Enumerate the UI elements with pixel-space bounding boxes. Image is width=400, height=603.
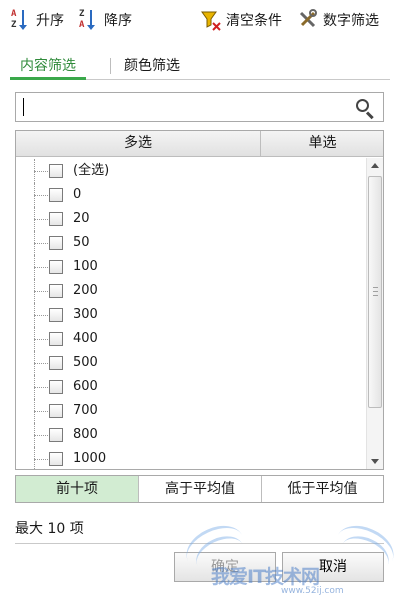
tree-connector [34,423,48,447]
item-label: 300 [73,307,98,322]
scroll-down-icon[interactable] [367,453,383,469]
item-checkbox[interactable] [49,332,63,346]
tree-connector [34,351,48,375]
watermark-url: www.52ij.com [281,586,344,596]
list-item[interactable]: 50 [16,231,356,255]
tab-color-filter[interactable]: 颜色筛选 [114,56,190,80]
sort-ascending-label: 升序 [36,13,64,29]
list-item[interactable]: 20 [16,207,356,231]
top-items-tabs: 前十项 高于平均值 低于平均值 [15,475,384,503]
item-checkbox[interactable] [49,188,63,202]
tree-connector [34,207,48,231]
sort-ascending-button[interactable]: A Z 升序 [10,6,64,34]
item-checkbox[interactable] [49,164,63,178]
list-item[interactable]: 700 [16,399,356,423]
tree-connector [34,399,48,423]
search-input[interactable] [16,93,346,121]
value-list: (全选) 0 20 50 100 200 300 400 500 600 700 800 1000 [16,158,366,469]
scroll-up-icon[interactable] [367,158,383,174]
scroll-thumb[interactable] [368,176,382,408]
item-label: 20 [73,211,90,226]
item-checkbox[interactable] [49,308,63,322]
list-item[interactable]: 600 [16,375,356,399]
item-label: 1000 [73,451,107,466]
list-item[interactable]: 500 [16,351,356,375]
item-label: 200 [73,283,98,298]
tab-top-ten[interactable]: 前十项 [16,476,139,502]
item-label: 50 [73,235,90,250]
sort-descending-label: 降序 [104,13,132,29]
item-checkbox[interactable] [49,356,63,370]
tools-icon [297,8,319,32]
list-header: 多选 单选 [16,131,383,157]
list-item[interactable]: 0 [16,183,356,207]
item-checkbox[interactable] [49,212,63,226]
item-label: 100 [73,259,98,274]
item-label: 700 [73,403,98,418]
toolbar: A Z 升序 Z A 降序 清空条件 数字筛选 [0,0,400,40]
list-item[interactable]: 100 [16,255,356,279]
value-list-panel: 多选 单选 (全选) 0 20 50 100 200 300 400 500 600 700 800 1… [15,130,384,470]
list-item[interactable]: (全选) [16,159,356,183]
max-items-info: 最大 10 项 [15,521,84,537]
multi-select-header[interactable]: 多选 [16,131,261,157]
tab-above-average[interactable]: 高于平均值 [139,476,262,502]
divider [15,543,384,544]
item-checkbox[interactable] [49,428,63,442]
item-checkbox[interactable] [49,452,63,466]
number-filter-button[interactable]: 数字筛选 [297,6,379,34]
tree-connector [34,279,48,303]
item-checkbox[interactable] [49,260,63,274]
item-checkbox[interactable] [49,404,63,418]
list-item[interactable]: 800 [16,423,356,447]
clear-conditions-label: 清空条件 [226,13,282,29]
tab-below-average[interactable]: 低于平均值 [262,476,383,502]
list-item[interactable]: 400 [16,327,356,351]
list-scrollbar[interactable] [366,158,383,469]
list-item[interactable]: 300 [16,303,356,327]
tree-connector [34,327,48,351]
tab-content-filter[interactable]: 内容筛选 [10,56,86,80]
tree-connector [34,255,48,279]
item-checkbox[interactable] [49,380,63,394]
single-select-header[interactable]: 单选 [262,131,383,157]
list-item[interactable]: 200 [16,279,356,303]
item-label: 800 [73,427,98,442]
number-filter-label: 数字筛选 [323,13,379,29]
search-box [15,92,384,122]
item-label: (全选) [73,163,110,178]
item-label: 400 [73,331,98,346]
text-cursor [23,98,24,116]
tree-connector [34,303,48,327]
tab-divider [110,58,111,74]
tree-connector [34,159,48,183]
sort-descending-button[interactable]: Z A 降序 [78,6,132,34]
ok-button[interactable]: 确定 [174,552,276,582]
list-item[interactable]: 1000 [16,447,356,469]
item-checkbox[interactable] [49,284,63,298]
tree-connector [34,447,48,469]
sort-ascending-icon: A Z [10,8,32,32]
search-icon[interactable] [355,98,375,120]
item-label: 500 [73,355,98,370]
tree-connector [34,375,48,399]
sort-descending-icon: Z A [78,8,100,32]
item-checkbox[interactable] [49,236,63,250]
tree-connector [34,231,48,255]
cancel-button[interactable]: 取消 [282,552,384,582]
item-label: 600 [73,379,98,394]
clear-conditions-button[interactable]: 清空条件 [200,6,282,34]
tree-connector [34,183,48,207]
item-label: 0 [73,187,82,202]
filter-tabs: 内容筛选 颜色筛选 [10,52,390,80]
clear-filter-icon [200,8,222,32]
